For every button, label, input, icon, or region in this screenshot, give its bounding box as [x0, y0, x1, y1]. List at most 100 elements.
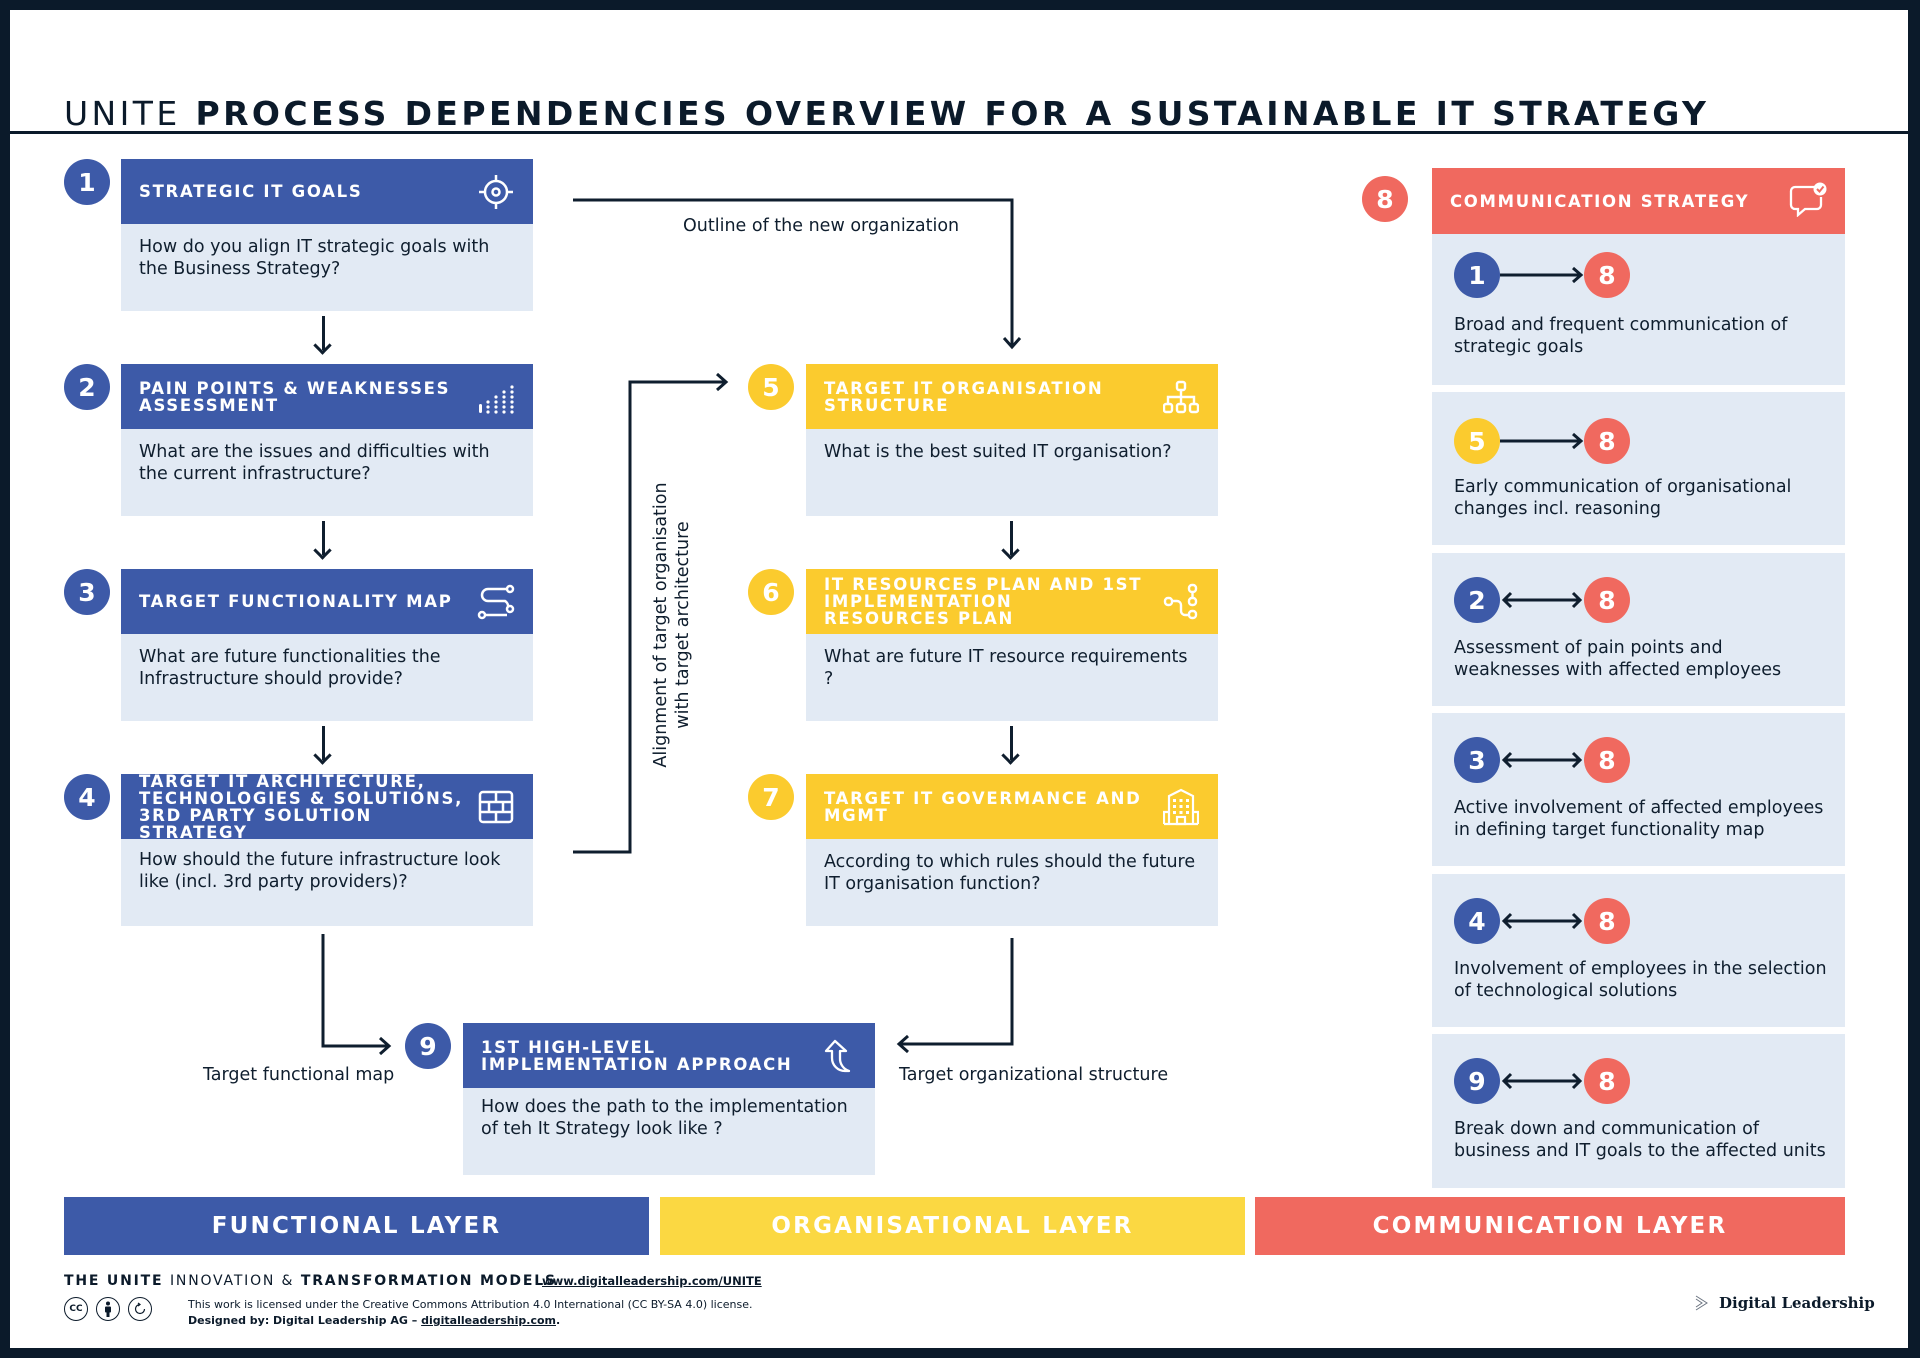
- unite-link[interactable]: www.digitalleadership.com/UNITE: [542, 1274, 762, 1288]
- communication-item: 2 8 Assessment of pain points and weakne…: [1432, 553, 1845, 706]
- communication-text: Break down and communication of business…: [1454, 1119, 1826, 1161]
- label-org-structure: Target organizational structure: [899, 1065, 1169, 1085]
- two-way-arrow-icon: [1501, 912, 1583, 930]
- license-icons: CC: [64, 1297, 152, 1321]
- arrowhead-alignment: [716, 372, 729, 392]
- share-alike-icon: [128, 1297, 152, 1321]
- step-title: TARGET IT GOVERMANCE AND MGMT: [824, 788, 1142, 825]
- step-title: TARGET FUNCTIONALITY MAP: [139, 592, 453, 611]
- from-badge: 5: [1454, 418, 1500, 464]
- title-bold: PROCESS DEPENDENCIES OVERVIEW FOR A SUST…: [195, 94, 1710, 133]
- step-question: What are future functionalities the Infr…: [121, 634, 533, 721]
- connector-alignment: [573, 380, 725, 854]
- step-number-2: 2: [64, 364, 110, 410]
- arrow-1-to-2: [322, 316, 325, 350]
- two-way-arrow-icon: [1501, 751, 1583, 769]
- title-light: UNITE: [64, 94, 181, 133]
- curved-arrow-up-icon: [819, 1037, 857, 1075]
- arrowhead-outline: [1002, 337, 1022, 350]
- license-statement: This work is licensed under the Creative…: [188, 1298, 753, 1311]
- brand-logo: Digital Leadership: [1695, 1294, 1875, 1312]
- step-card-7[interactable]: TARGET IT GOVERMANCE AND MGMT According …: [806, 774, 1218, 926]
- communication-strategy-header[interactable]: COMMUNICATION STRATEGY: [1432, 168, 1845, 234]
- designed-link[interactable]: digitalleadership.com: [421, 1314, 556, 1327]
- building-icon: [1162, 788, 1200, 826]
- from-badge: 4: [1454, 898, 1500, 944]
- from-badge: 1: [1454, 252, 1500, 298]
- one-way-arrow-icon: [1500, 432, 1584, 450]
- poster: UNITE PROCESS DEPENDENCIES OVERVIEW FOR …: [10, 10, 1908, 1348]
- step-card-4[interactable]: TARGET IT ARCHITECTURE, TECHNOLOGIES & S…: [121, 771, 533, 926]
- page-title: UNITE PROCESS DEPENDENCIES OVERVIEW FOR …: [64, 94, 1709, 133]
- license-text: This work is licensed under the Creative…: [188, 1297, 753, 1329]
- step-card-9[interactable]: 1ST HIGH-LEVEL IMPLEMENTATION APPROACH H…: [463, 1023, 875, 1175]
- brand-name: Digital Leadership: [1719, 1294, 1875, 1312]
- arrowhead-functional-map: [379, 1036, 392, 1056]
- label-functional-map: Target functional map: [203, 1065, 395, 1085]
- step-number-8: 8: [1362, 176, 1408, 222]
- arrow-2-to-3: [322, 521, 325, 555]
- communication-text: Assessment of pain points and weaknesses…: [1454, 638, 1782, 680]
- to-badge: 8: [1584, 418, 1630, 464]
- communication-item: 4 8 Involvement of employees in the sele…: [1432, 874, 1845, 1027]
- step-question: How should the future infrastructure loo…: [121, 839, 533, 926]
- org-chart-icon: [1162, 378, 1200, 416]
- to-badge: 8: [1584, 898, 1630, 944]
- nodes-icon: [1162, 583, 1200, 621]
- step-question: What is the best suited IT organisation?: [806, 429, 1218, 516]
- step-number-9: 9: [405, 1023, 451, 1069]
- footer-series-light: INNOVATION &: [170, 1273, 295, 1289]
- communication-text: Active involvement of affected employees…: [1454, 798, 1824, 840]
- step-number-6: 6: [748, 569, 794, 615]
- from-badge: 3: [1454, 737, 1500, 783]
- to-badge: 8: [1584, 577, 1630, 623]
- connector-functional-map: [321, 934, 388, 1048]
- step-question: How do you align IT strategic goals with…: [121, 224, 533, 311]
- step-title: 1ST HIGH-LEVEL IMPLEMENTATION APPROACH: [481, 1037, 793, 1074]
- label-outline: Outline of the new organization: [683, 216, 960, 236]
- arrow-3-to-4: [322, 726, 325, 760]
- communication-item: 1 8 Broad and frequent communication of …: [1432, 234, 1845, 385]
- step-question: What are future IT resource requirements…: [806, 634, 1218, 721]
- communication-text: Broad and frequent communication of stra…: [1454, 315, 1788, 357]
- step-title: IT RESOURCES PLAN AND 1ST IMPLEMENTATION…: [824, 575, 1143, 628]
- footer-series-bold2: TRANSFORMATION MODELS: [300, 1273, 557, 1289]
- connector-org-structure: [900, 938, 1014, 1046]
- step-number-3: 3: [64, 569, 110, 615]
- step-card-1[interactable]: STRATEGIC IT GOALS How do you align IT s…: [121, 159, 533, 311]
- attribution-icon: [96, 1297, 120, 1321]
- label-alignment: Alignment of target organisation with ta…: [650, 480, 694, 770]
- label-alignment-line1: Alignment of target organisation: [651, 482, 671, 768]
- communication-text: Early communication of organisational ch…: [1454, 477, 1792, 519]
- one-way-arrow-icon: [1500, 266, 1584, 284]
- step-card-6[interactable]: IT RESOURCES PLAN AND 1ST IMPLEMENTATION…: [806, 569, 1218, 721]
- two-way-arrow-icon: [1501, 1072, 1583, 1090]
- step-card-2[interactable]: PAIN POINTS & WEAKNESSES ASSESSMENT What…: [121, 364, 533, 516]
- step-number-4: 4: [64, 774, 110, 820]
- step-question: What are the issues and difficulties wit…: [121, 429, 533, 516]
- functional-layer-bar: FUNCTIONAL LAYER: [64, 1197, 649, 1255]
- chevron-logo-icon: [1695, 1295, 1708, 1311]
- step-title: PAIN POINTS & WEAKNESSES ASSESSMENT: [139, 378, 451, 415]
- step-number-1: 1: [64, 159, 110, 205]
- label-alignment-line2: with target architecture: [673, 521, 693, 729]
- from-badge: 9: [1454, 1058, 1500, 1104]
- communication-item: 5 8 Early communication of organisationa…: [1432, 392, 1845, 545]
- route-icon: [477, 583, 515, 621]
- step-card-5[interactable]: TARGET IT ORGANISATION STRUCTURE What is…: [806, 364, 1218, 516]
- designed-prefix: Designed by: Digital Leadership AG –: [188, 1314, 422, 1327]
- arrowhead-org-structure: [896, 1034, 909, 1054]
- communication-layer-bar: COMMUNICATION LAYER: [1255, 1197, 1845, 1255]
- communication-item: 3 8 Active involvement of affected emplo…: [1432, 713, 1845, 866]
- designed-by: Designed by: Digital Leadership AG – dig…: [188, 1313, 753, 1329]
- to-badge: 8: [1584, 1058, 1630, 1104]
- step-title: TARGET IT ARCHITECTURE, TECHNOLOGIES & S…: [139, 771, 464, 842]
- dot-bars-icon: [477, 378, 515, 416]
- step-title: TARGET IT ORGANISATION STRUCTURE: [824, 378, 1104, 415]
- designed-suffix: .: [556, 1314, 561, 1327]
- step-card-3[interactable]: TARGET FUNCTIONALITY MAP What are future…: [121, 569, 533, 721]
- to-badge: 8: [1584, 737, 1630, 783]
- step-question: How does the path to the implementation …: [463, 1088, 875, 1175]
- cc-icon: CC: [64, 1297, 88, 1321]
- brick-wall-icon: [477, 788, 515, 826]
